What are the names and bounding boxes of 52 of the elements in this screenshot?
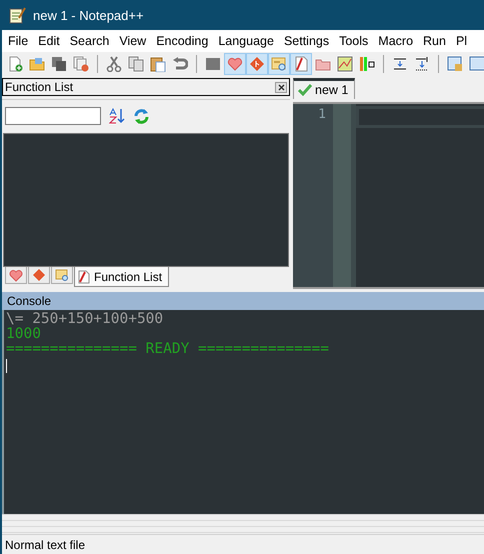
- map-icon: [337, 56, 353, 72]
- panel-title: Function List: [5, 80, 74, 94]
- console-line: \= 250+150+100+500: [6, 312, 164, 327]
- menu-item[interactable]: Tools: [333, 34, 372, 48]
- undo-icon: [172, 56, 188, 72]
- heart-icon: [227, 56, 243, 72]
- console-line: 1000: [6, 327, 41, 342]
- menu-item[interactable]: View: [113, 34, 150, 48]
- menu-item[interactable]: Encoding: [150, 34, 212, 48]
- find-panel-icon: [271, 56, 287, 72]
- window-title: new 1 - Notepad++: [33, 8, 144, 22]
- panel-tab[interactable]: Function List: [74, 267, 170, 287]
- folder-icon: [29, 56, 45, 72]
- refresh-icon: [133, 108, 150, 124]
- window-icon: [469, 56, 484, 72]
- menu-item[interactable]: Run: [417, 34, 450, 48]
- console-output[interactable]: \= 250+150+100+500 1000 =============== READY ===============: [2, 310, 484, 514]
- console-line: =============== READY ===============: [6, 342, 330, 357]
- menu-item[interactable]: Macro: [372, 34, 418, 48]
- diamond-icon: [249, 56, 265, 72]
- close-button[interactable]: [275, 82, 287, 92]
- refresh-button[interactable]: [133, 108, 150, 124]
- wrap-icon: [392, 56, 408, 72]
- menu-item[interactable]: Edit: [32, 34, 64, 48]
- column-bar-icon: [359, 56, 375, 72]
- menu-item[interactable]: Pl: [450, 34, 472, 48]
- notepad-icon: [8, 6, 26, 24]
- close-icon: [278, 84, 284, 90]
- sort-icon: [109, 108, 125, 124]
- menu-item[interactable]: File: [2, 34, 32, 48]
- function-list-icon: [293, 56, 309, 72]
- status-text: Normal text file: [5, 538, 86, 552]
- function-list-icon: [77, 270, 91, 284]
- copy-icon: [128, 56, 144, 72]
- line-number: 1: [317, 107, 326, 122]
- panel-tab[interactable]: [51, 267, 73, 284]
- panel-tab[interactable]: [28, 267, 50, 284]
- sort-button[interactable]: [109, 108, 125, 124]
- menu-item[interactable]: Language: [212, 34, 278, 48]
- indent-icon: [414, 56, 430, 72]
- menu-item[interactable]: Settings: [278, 34, 334, 48]
- panel-tab[interactable]: [5, 267, 27, 284]
- cut-icon: [106, 56, 122, 72]
- menu-item[interactable]: Search: [64, 34, 114, 48]
- search-field[interactable]: [5, 107, 101, 125]
- paste-icon: [150, 56, 166, 72]
- check-icon: [298, 84, 312, 96]
- console-title: Console: [7, 294, 52, 308]
- new-file-icon: [7, 56, 23, 72]
- file-tab[interactable]: new 1: [293, 78, 356, 99]
- find-panel-icon: [55, 268, 69, 282]
- heart-icon: [9, 268, 23, 282]
